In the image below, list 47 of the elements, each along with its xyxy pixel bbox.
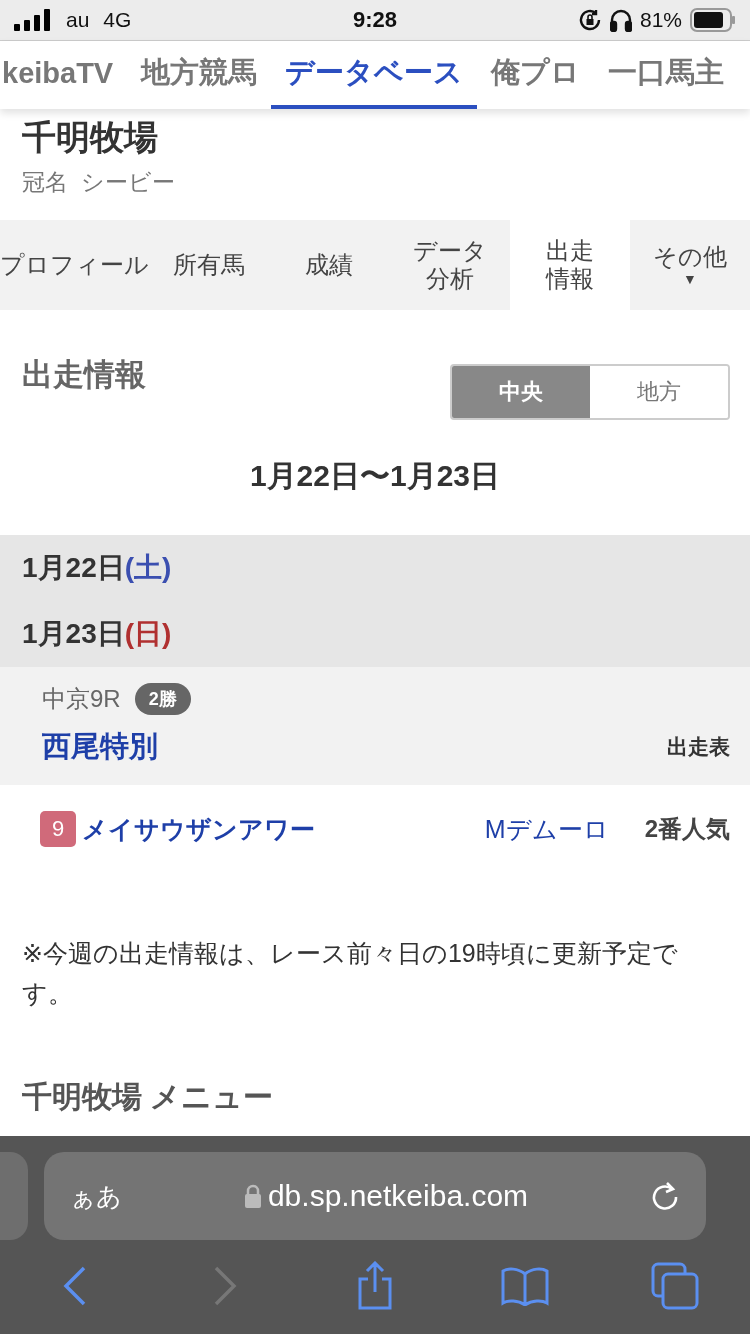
tabs-button[interactable]: [649, 1260, 701, 1312]
network-label: 4G: [103, 8, 132, 32]
weekday-label: (日): [124, 617, 172, 651]
address-bar[interactable]: ぁあ db.sp.netkeiba.com: [44, 1152, 706, 1240]
segment-button[interactable]: 中央: [452, 366, 590, 418]
section-title: 出走情報: [22, 356, 146, 394]
url-text: db.sp.netkeiba.com: [267, 1179, 529, 1213]
update-note: ※今週の出走情報は、レース前々日の19時頃に更新予定です。: [22, 938, 679, 1009]
caret-icon: ▼: [683, 270, 697, 287]
reload-icon[interactable]: [650, 1180, 680, 1212]
book-icon: [500, 1266, 550, 1306]
sub-tab[interactable]: プロフィール: [0, 220, 149, 310]
site-nav-tab[interactable]: 地方競馬: [127, 41, 272, 109]
battery-percent: 81%: [640, 8, 682, 32]
headphones-icon: [610, 8, 632, 32]
battery-icon: [690, 8, 736, 32]
horse-number: 9: [40, 811, 76, 847]
sub-tab[interactable]: 出走情報: [509, 220, 630, 310]
race-venue: 中京9R: [42, 684, 121, 714]
clock-time: 9:28: [353, 7, 398, 33]
race-name-link[interactable]: 西尾特別: [42, 727, 158, 767]
carrier-label: au: [66, 8, 90, 32]
rotation-lock-icon: [578, 8, 602, 32]
sub-tab[interactable]: データ分析: [389, 220, 510, 310]
day-date: 1月23日: [22, 617, 125, 651]
site-nav-tab[interactable]: 俺プロ: [477, 41, 595, 109]
weekday-label: (土): [124, 551, 172, 585]
horse-name-link[interactable]: メイサウザンアワー: [82, 812, 485, 846]
jockey-link[interactable]: Mデムーロ: [484, 812, 609, 846]
page-title: 千明牧場: [22, 117, 159, 158]
date-range: 1月22日〜1月23日: [248, 458, 502, 494]
tabs-icon: [651, 1262, 699, 1310]
class-badge: 2勝: [134, 683, 191, 715]
text-size-button[interactable]: ぁあ: [70, 1179, 122, 1213]
menu-heading: 千明牧場 メニュー: [22, 1079, 275, 1115]
sub-tab[interactable]: 所有馬: [149, 220, 270, 310]
site-nav-tab[interactable]: データベース: [271, 41, 478, 109]
lock-icon: [243, 1183, 262, 1209]
site-nav-tab[interactable]: 一口馬主: [594, 41, 739, 109]
signal-icon: [14, 9, 52, 31]
sub-tab[interactable]: 成績: [269, 220, 390, 310]
entry-table-link[interactable]: 出走表: [667, 733, 730, 761]
popularity-rank: 2番人気: [644, 814, 730, 844]
site-nav-tab[interactable]: keibaTV: [0, 41, 128, 109]
page-subtitle: 冠名 シービー: [22, 168, 176, 197]
day-date: 1月22日: [22, 551, 125, 585]
sub-tab[interactable]: その他 ▼: [629, 220, 750, 310]
